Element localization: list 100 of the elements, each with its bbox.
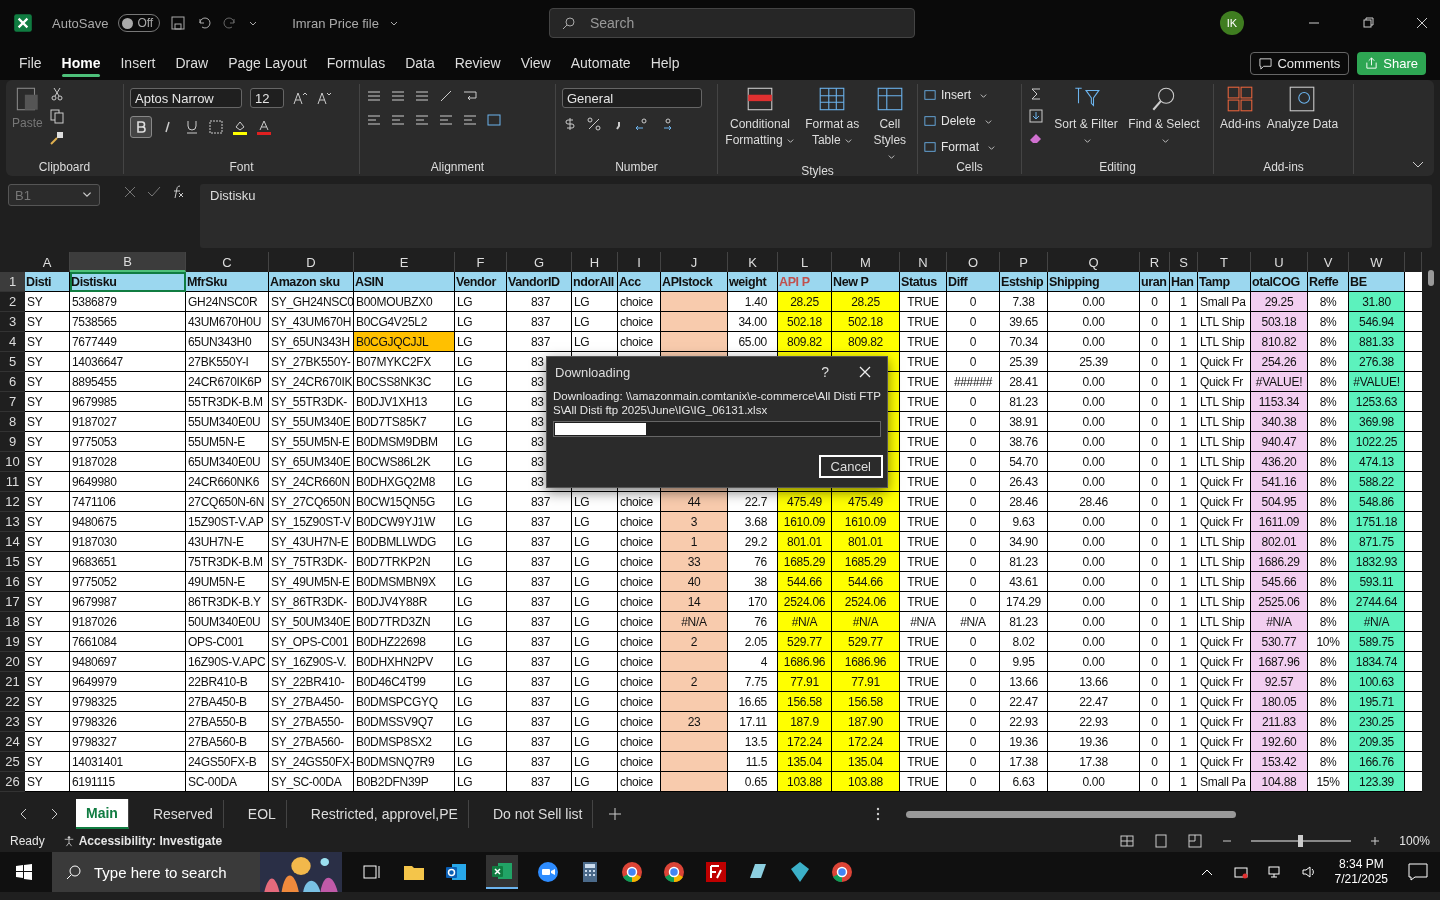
ribbon-tab[interactable]: View [511, 49, 560, 77]
table-cell [1405, 412, 1422, 432]
video-app-icon[interactable] [536, 860, 560, 884]
styles-button[interactable]: Cell Styles [868, 84, 911, 164]
restore-icon[interactable] [1362, 17, 1374, 29]
increase-font-icon[interactable] [292, 90, 308, 106]
copy-icon[interactable] [48, 108, 65, 124]
percent-icon[interactable] [586, 116, 602, 132]
ribbon-tab[interactable]: Help [641, 49, 689, 77]
ribbon-tab[interactable]: Insert [111, 49, 165, 77]
orientation-icon[interactable] [438, 88, 454, 104]
help-button[interactable]: ? [821, 364, 829, 380]
editing-button[interactable]: Find & Select [1128, 84, 1200, 148]
ribbon-tab[interactable]: File [10, 49, 51, 77]
ftp-app-icon[interactable] [704, 860, 728, 884]
increase-decimal-icon[interactable] [634, 116, 650, 132]
table-cell: 0.00 [1048, 372, 1140, 392]
format-painter-icon[interactable] [48, 130, 65, 146]
cancel-button[interactable]: Cancel [818, 455, 883, 478]
add-sheet-icon[interactable] [607, 806, 624, 822]
bold-button[interactable] [130, 116, 152, 138]
sheet-tab[interactable]: Restricted, approvel,PE [300, 800, 469, 828]
decrease-font-icon[interactable] [316, 90, 332, 106]
comments-button[interactable]: Comments [1250, 51, 1350, 75]
app-icon[interactable] [788, 860, 812, 884]
cancel-icon[interactable] [122, 184, 138, 200]
windows-start-icon[interactable] [14, 862, 34, 882]
addins-button[interactable]: Add-ins [1220, 84, 1261, 132]
ribbon-tab[interactable]: Formulas [317, 49, 395, 77]
sheet-tab[interactable]: Reserved [142, 800, 224, 828]
zoom-percent[interactable]: 100% [1399, 834, 1430, 848]
font-color-icon[interactable] [256, 119, 272, 135]
ribbon-tab[interactable]: Page Layout [219, 49, 316, 77]
clock-date[interactable]: 7/21/2025 [1334, 872, 1388, 887]
table-cell: 0.00 [1048, 292, 1140, 312]
page-layout-icon[interactable] [1153, 833, 1170, 849]
save-icon[interactable] [170, 15, 187, 31]
align-icon[interactable] [414, 112, 430, 128]
align-icon[interactable] [366, 112, 382, 128]
align-icon[interactable] [390, 88, 406, 104]
addins-button[interactable]: Analyze Data [1266, 84, 1339, 132]
browser-icon[interactable] [662, 860, 686, 884]
undo-icon[interactable] [196, 15, 213, 31]
ribbon-tab[interactable]: Review [445, 49, 510, 77]
ribbon-tab[interactable]: Home [52, 49, 110, 77]
clock-time[interactable]: 8:34 PM [1338, 857, 1384, 872]
table-cell: 187.9 [778, 712, 832, 732]
row-number[interactable]: 1 [0, 272, 25, 292]
cut-icon[interactable] [48, 86, 65, 102]
more-icon[interactable] [876, 806, 880, 822]
spreadsheet-app-icon[interactable] [486, 855, 518, 889]
sheet-tab[interactable]: Do not Sell list [482, 800, 594, 828]
header-cell: MfrSku [186, 272, 269, 292]
file-name[interactable]: Imran Price file [292, 15, 379, 31]
underline-icon[interactable] [184, 119, 200, 135]
cells-button[interactable]: Insert [924, 84, 988, 106]
sheet-tab[interactable]: Main [76, 799, 129, 829]
font-name-dropdown[interactable]: Aptos Narrow [130, 88, 242, 108]
align-icon[interactable] [390, 112, 406, 128]
notifications-icon[interactable] [1406, 860, 1430, 884]
search-field[interactable]: Search [548, 8, 915, 38]
volume-icon[interactable] [1300, 864, 1317, 880]
browser-icon[interactable] [830, 860, 854, 884]
network-icon[interactable] [1266, 864, 1283, 880]
cells-button[interactable]: Delete [924, 110, 993, 132]
zoom-slider[interactable] [1251, 835, 1352, 847]
currency-icon[interactable] [562, 116, 578, 132]
taskbar-search-field[interactable]: Type here to search [52, 852, 260, 892]
ribbon-tab[interactable]: Data [396, 49, 444, 77]
align-icon[interactable] [414, 88, 430, 104]
tray-app-icon[interactable] [1232, 864, 1249, 880]
table-cell: LTL Ship [1198, 392, 1251, 412]
align-icon[interactable] [438, 112, 454, 128]
close-icon[interactable] [1416, 17, 1428, 29]
table-cell: 837 [507, 752, 572, 772]
user-avatar[interactable]: IK [1220, 11, 1244, 35]
styles-button[interactable]: Conditional Formatting [724, 84, 796, 148]
styles-button[interactable]: Format as Table [802, 84, 863, 148]
sheet-tab[interactable]: EOL [237, 800, 287, 828]
table-cell: 837 [507, 312, 572, 332]
fill-icon[interactable] [1028, 108, 1044, 124]
accessibility-status[interactable]: Accessibility: Investigate [62, 834, 223, 848]
browser-icon[interactable] [620, 860, 644, 884]
number-format-dropdown[interactable]: General [562, 88, 702, 108]
normal-view-icon[interactable] [1119, 833, 1136, 849]
ribbon-tab[interactable]: Automate [561, 49, 640, 77]
zoom-in-icon[interactable] [1369, 835, 1382, 847]
editing-button[interactable]: Sort & Filter [1050, 84, 1122, 148]
ribbon-tab[interactable]: Draw [166, 49, 218, 77]
page-break-icon[interactable] [1187, 833, 1204, 849]
borders-icon[interactable] [208, 119, 224, 135]
align-icon[interactable] [462, 112, 478, 128]
formula-input[interactable]: Distisku [200, 184, 1432, 248]
table-cell: 809.82 [832, 332, 900, 352]
column-header[interactable]: B [70, 252, 186, 272]
merge-icon[interactable] [486, 112, 502, 128]
align-icon[interactable] [366, 88, 382, 104]
fill-color-icon[interactable] [232, 119, 248, 135]
cells-button[interactable]: Format [924, 136, 996, 158]
font-size-dropdown[interactable]: 12 [250, 88, 284, 108]
